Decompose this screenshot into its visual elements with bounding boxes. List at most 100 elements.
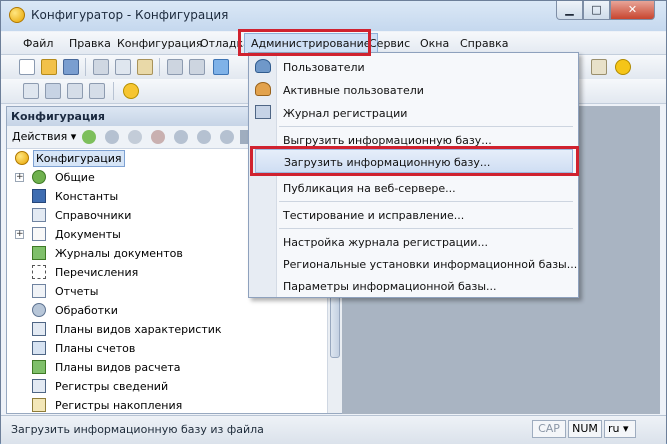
tree-item-chart-accounts[interactable]: Планы счетов [7,339,341,358]
menu-item-regional-settings[interactable]: Региональные установки информационной ба… [249,252,578,276]
info-registers-icon [32,379,46,393]
menu-item-web-publish[interactable]: Публикация на веб-сервере... [249,176,578,200]
title-bar[interactable]: Конфигуратор - Конфигурация ▁ □ ✕ [1,1,666,31]
tree-label: Документы [55,228,121,241]
syntax-helper-icon[interactable] [591,59,607,75]
tree-label: Справочники [55,209,132,222]
menu-item-label: Параметры информационной базы... [283,280,497,293]
menu-item-log-settings[interactable]: Настройка журнала регистрации... [249,230,578,254]
highlight-frame-load-item [250,146,579,176]
menu-service[interactable]: Сервис [369,37,410,50]
menu-item-label: Публикация на веб-сервере... [283,182,456,195]
log-icon [255,105,271,119]
menu-item-label: Региональные установки информационной ба… [283,258,578,271]
expand-icon[interactable]: + [15,173,24,182]
active-users-icon [255,82,271,96]
numlock-indicator: NUM [568,420,602,438]
update-db-icon[interactable] [89,83,105,99]
tree-label: Перечисления [55,266,139,279]
highlight-frame-menu [238,29,371,56]
tree-item-info-registers[interactable]: Регистры сведений [7,377,341,396]
accum-registers-icon [32,398,46,412]
menu-item-label: Активные пользователи [283,84,424,97]
open-folder-icon[interactable] [41,59,57,75]
save-icon[interactable] [63,59,79,75]
menu-item-active-users[interactable]: Активные пользователи [249,78,578,102]
minimize-button[interactable]: ▁ [556,1,583,20]
run-debug-icon[interactable] [123,83,139,99]
tree-item-calc-types[interactable]: Планы видов расчета [7,358,341,377]
add-icon[interactable] [82,130,96,144]
sort-icon[interactable] [220,130,234,144]
menu-item-label: Настройка журнала регистрации... [283,236,488,249]
reports-icon [32,284,46,298]
actions-menu-button[interactable]: Действия ▾ [12,130,76,143]
move-down-icon[interactable] [197,130,211,144]
menu-item-label: Пользователи [283,61,365,74]
status-bar: Загрузить информационную базу из файла C… [1,415,666,444]
tree-item-processing[interactable]: Обработки [7,301,341,320]
maximize-button[interactable]: □ [583,1,610,20]
configuration-icon [15,151,29,165]
caps-indicator: CAP [532,420,566,438]
menu-help[interactable]: Справка [460,37,508,50]
copy-item-icon[interactable] [128,130,142,144]
move-up-icon[interactable] [174,130,188,144]
menu-item-test-repair[interactable]: Тестирование и исправление... [249,203,578,227]
menu-edit[interactable]: Правка [69,37,111,50]
copy-icon[interactable] [115,59,131,75]
app-logo-icon [9,7,25,23]
cut-icon[interactable] [93,59,109,75]
paste-icon[interactable] [137,59,153,75]
config-tree-icon[interactable] [23,83,39,99]
tree-item-accum-registers[interactable]: Регистры накопления [7,396,341,415]
menu-windows[interactable]: Окна [420,37,449,50]
edit-icon[interactable] [105,130,119,144]
close-button[interactable]: ✕ [610,1,655,20]
users-icon [255,59,271,73]
tree-label: Общие [55,171,95,184]
common-icon [32,170,46,184]
tree-label: Журналы документов [55,247,183,260]
catalogs-icon [32,208,46,222]
tree-label: Регистры накопления [55,399,183,412]
menu-item-infobase-params[interactable]: Параметры информационной базы... [249,274,578,298]
menu-item-event-log[interactable]: Журнал регистрации [249,101,578,125]
undo-icon[interactable] [213,59,229,75]
tree-label: Обработки [55,304,118,317]
menu-item-users[interactable]: Пользователи [249,55,578,79]
tree-label: Планы видов расчета [55,361,181,374]
document-journals-icon [32,246,46,260]
info-icon[interactable] [615,59,631,75]
processing-icon [32,303,46,317]
database-icon[interactable] [67,83,83,99]
constants-icon [32,189,46,203]
menu-configuration[interactable]: Конфигурация [117,37,203,50]
delete-icon[interactable] [151,130,165,144]
tree-label: Константы [55,190,119,203]
tree-label: Отчеты [55,285,99,298]
documents-icon [32,227,46,241]
main-window: Конфигуратор - Конфигурация ▁ □ ✕ Файл П… [0,0,667,444]
chart-accounts-icon [32,341,46,355]
menu-file[interactable]: Файл [23,37,53,50]
print-icon[interactable] [167,59,183,75]
language-selector[interactable]: ru ▾ [604,420,636,438]
enums-icon [32,265,46,279]
preview-icon[interactable] [189,59,205,75]
compare-icon[interactable] [45,83,61,99]
tree-label: Планы видов характеристик [55,323,222,336]
calc-types-icon [32,360,46,374]
tree-label: Планы счетов [55,342,136,355]
panel-title: Конфигурация [11,110,105,123]
tree-item-char-types[interactable]: Планы видов характеристик [7,320,341,339]
menu-item-label: Тестирование и исправление... [283,209,465,222]
menu-item-label: Журнал регистрации [283,107,408,120]
tree-label: Конфигурация [33,150,125,167]
window-title: Конфигуратор - Конфигурация [31,8,229,22]
expand-icon[interactable]: + [15,230,24,239]
status-text: Загрузить информационную базу из файла [11,423,264,436]
tree-label: Регистры сведений [55,380,169,393]
char-types-icon [32,322,46,336]
new-file-icon[interactable] [19,59,35,75]
